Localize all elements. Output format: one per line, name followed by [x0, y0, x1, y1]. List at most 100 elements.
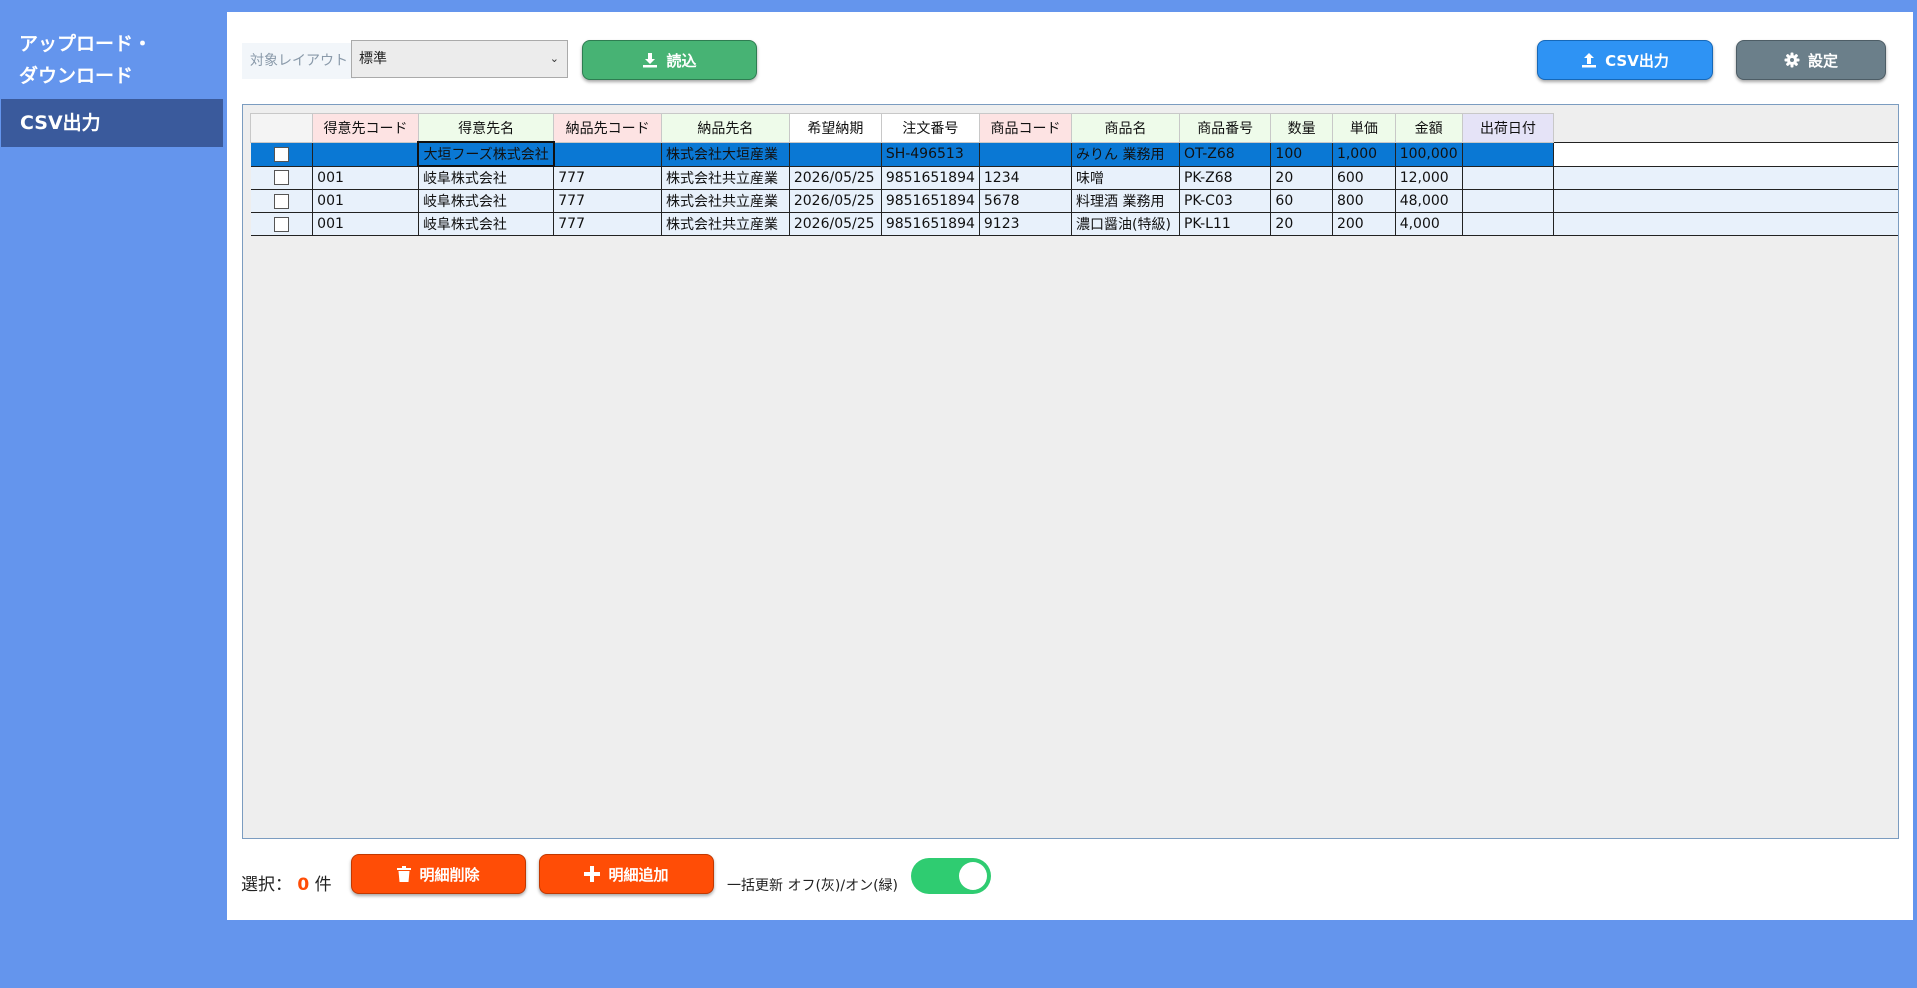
delete-rows-button[interactable]: 明細削除: [351, 854, 526, 894]
bulk-update-toggle[interactable]: [911, 858, 991, 894]
layout-select-value: 標準: [359, 51, 387, 67]
column-header-quantity[interactable]: 数量: [1270, 113, 1333, 143]
cell-order-number[interactable]: 9851651894: [881, 212, 980, 236]
table-row[interactable]: 大垣フーズ株式会社 株式会社大垣産業 SH-496513 みりん 業務用 OT-…: [250, 141, 1898, 167]
csv-output-button-label: CSV出力: [1605, 51, 1669, 70]
cell-customer-name[interactable]: 岐阜株式会社: [418, 165, 555, 190]
cell-unit-price[interactable]: 1,000: [1332, 141, 1396, 167]
table-row[interactable]: 001 岐阜株式会社 777 株式会社共立産業 2026/05/25 98516…: [250, 212, 1898, 236]
cell-desired-date[interactable]: 2026/05/25: [789, 189, 882, 213]
column-header-delivery-code[interactable]: 納品先コード: [553, 113, 662, 143]
sidebar-item-label: アップロード・: [19, 33, 153, 55]
column-header-order-number[interactable]: 注文番号: [880, 113, 980, 143]
column-header-delivery-name[interactable]: 納品先名: [660, 113, 790, 143]
settings-button[interactable]: 設定: [1736, 40, 1886, 80]
row-checkbox[interactable]: [273, 216, 289, 232]
cell-desired-date[interactable]: [789, 141, 882, 167]
plus-icon: [584, 866, 601, 882]
cell-delivery-name[interactable]: 株式会社大垣産業: [661, 141, 790, 167]
row-checkbox[interactable]: [273, 193, 289, 209]
cell-amount[interactable]: 100,000: [1395, 141, 1463, 167]
table-row[interactable]: 001 岐阜株式会社 777 株式会社共立産業 2026/05/25 98516…: [250, 189, 1898, 213]
selection-suffix: 件: [314, 875, 332, 895]
table-row[interactable]: 001 岐阜株式会社 777 株式会社共立産業 2026/05/25 98516…: [250, 165, 1898, 190]
column-header-customer-code[interactable]: 得意先コード: [312, 113, 419, 143]
column-header-unit-price[interactable]: 単価: [1331, 113, 1396, 143]
row-checkbox[interactable]: [273, 170, 289, 186]
cell-product-number[interactable]: PK-Z68: [1179, 165, 1272, 190]
column-header-customer-name[interactable]: 得意先名: [417, 113, 555, 143]
row-checkbox-cell[interactable]: [250, 165, 314, 190]
cell-order-number[interactable]: 9851651894: [881, 165, 980, 190]
sidebar-item-csv-output[interactable]: CSV出力: [1, 99, 223, 147]
add-row-button[interactable]: 明細追加: [539, 854, 714, 894]
cell-customer-code[interactable]: 001: [312, 189, 419, 213]
cell-amount[interactable]: 12,000: [1395, 165, 1463, 190]
cell-delivery-code[interactable]: 777: [553, 189, 662, 213]
chevron-down-icon: ⌄: [549, 52, 559, 65]
row-checkbox-cell[interactable]: [250, 189, 314, 213]
column-header-ship-date[interactable]: 出荷日付: [1461, 113, 1555, 143]
sidebar-item-upload-download[interactable]: アップロード・ ダウンロード: [0, 28, 222, 92]
cell-product-code[interactable]: [979, 141, 1073, 167]
cell-product-name[interactable]: みりん 業務用: [1071, 141, 1180, 167]
cell-product-number[interactable]: PK-C03: [1179, 189, 1272, 213]
cell-ship-date[interactable]: [1462, 165, 1555, 190]
cell-unit-price[interactable]: 200: [1332, 212, 1396, 236]
row-checkbox[interactable]: [273, 146, 289, 162]
cell-product-code[interactable]: 1234: [979, 165, 1073, 190]
row-checkbox-cell[interactable]: [250, 212, 314, 236]
cell-order-number[interactable]: 9851651894: [881, 189, 980, 213]
cell-unit-price[interactable]: 800: [1332, 189, 1396, 213]
cell-desired-date[interactable]: 2026/05/25: [789, 212, 882, 236]
cell-order-number[interactable]: SH-496513: [881, 141, 980, 167]
cell-customer-name[interactable]: 大垣フーズ株式会社: [417, 141, 555, 167]
cell-delivery-code[interactable]: 777: [553, 212, 662, 236]
column-header-product-number[interactable]: 商品番号: [1178, 113, 1272, 143]
cell-desired-date[interactable]: 2026/05/25: [789, 165, 882, 190]
cell-quantity[interactable]: 20: [1270, 212, 1333, 236]
cell-customer-code[interactable]: 001: [312, 212, 419, 236]
cell-customer-code[interactable]: [312, 141, 419, 167]
cell-ship-date[interactable]: [1462, 212, 1555, 236]
read-button[interactable]: 読込: [582, 40, 757, 80]
cell-amount[interactable]: 48,000: [1395, 189, 1463, 213]
cell-unit-price[interactable]: 600: [1332, 165, 1396, 190]
cell-delivery-code[interactable]: 777: [553, 165, 662, 190]
layout-select[interactable]: 標準 ⌄: [351, 40, 568, 78]
cell-product-name[interactable]: 濃口醤油(特級): [1071, 212, 1180, 236]
cell-delivery-name[interactable]: 株式会社共立産業: [661, 189, 790, 213]
row-filler: [1553, 189, 1898, 213]
row-filler: [1553, 141, 1898, 167]
cell-product-number[interactable]: PK-L11: [1179, 212, 1272, 236]
cell-ship-date[interactable]: [1462, 189, 1555, 213]
cell-quantity[interactable]: 60: [1270, 189, 1333, 213]
layout-label: 対象レイアウト: [242, 43, 356, 79]
cell-customer-name[interactable]: 岐阜株式会社: [418, 189, 555, 213]
column-header-product-code[interactable]: 商品コード: [978, 113, 1073, 143]
cell-amount[interactable]: 4,000: [1395, 212, 1463, 236]
cell-delivery-name[interactable]: 株式会社共立産業: [661, 165, 790, 190]
column-header-desired-date[interactable]: 希望納期: [788, 113, 882, 143]
cell-customer-name[interactable]: 岐阜株式会社: [418, 212, 555, 236]
row-filler: [1553, 165, 1898, 190]
cell-product-name[interactable]: 料理酒 業務用: [1071, 189, 1180, 213]
sidebar-item-label: CSV出力: [20, 112, 101, 134]
cell-product-name[interactable]: 味噌: [1071, 165, 1180, 190]
cell-delivery-code[interactable]: [553, 141, 662, 167]
cell-ship-date[interactable]: [1462, 141, 1555, 167]
gear-icon: [1784, 52, 1800, 68]
add-row-button-label: 明細追加: [608, 865, 669, 884]
row-checkbox-cell[interactable]: [250, 141, 314, 167]
row-filler: [1553, 212, 1898, 236]
csv-output-button[interactable]: CSV出力: [1537, 40, 1713, 80]
cell-customer-code[interactable]: 001: [312, 165, 419, 190]
column-header-product-name[interactable]: 商品名: [1071, 113, 1180, 143]
cell-quantity[interactable]: 20: [1270, 165, 1333, 190]
cell-product-code[interactable]: 5678: [979, 189, 1073, 213]
cell-delivery-name[interactable]: 株式会社共立産業: [661, 212, 790, 236]
cell-quantity[interactable]: 100: [1270, 141, 1333, 167]
cell-product-code[interactable]: 9123: [979, 212, 1073, 236]
column-header-amount[interactable]: 金額: [1394, 113, 1463, 143]
cell-product-number[interactable]: OT-Z68: [1179, 141, 1272, 167]
